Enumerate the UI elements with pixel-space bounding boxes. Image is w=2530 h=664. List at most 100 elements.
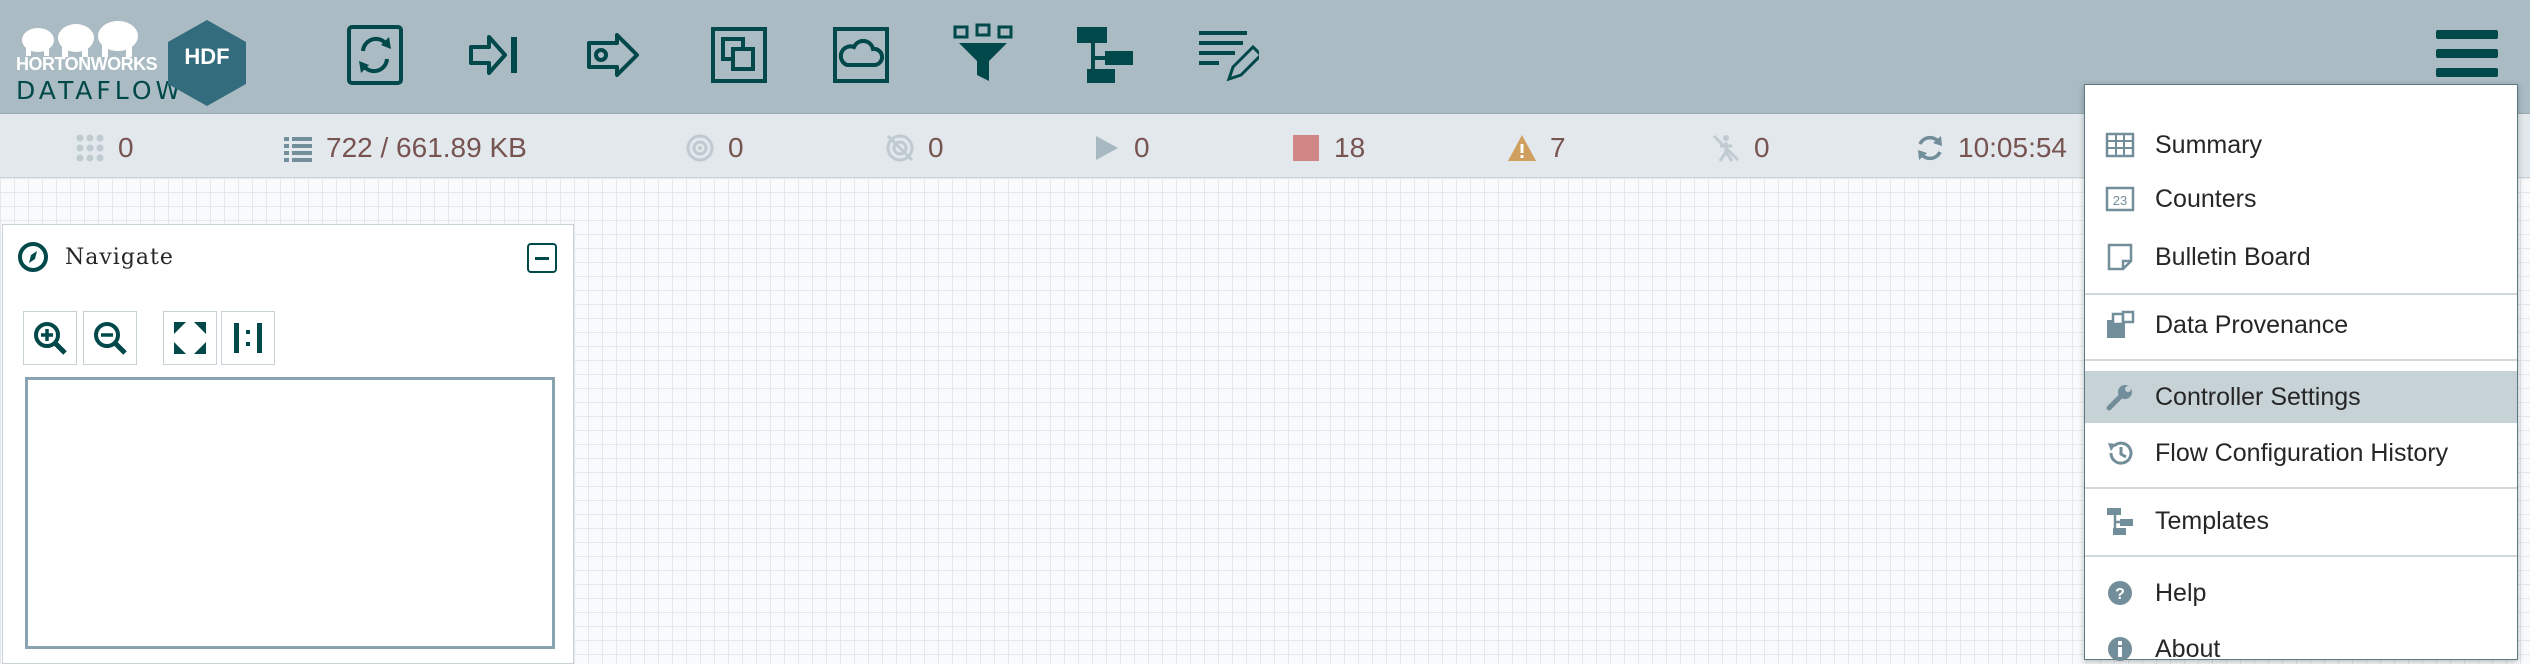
navigate-collapse-button[interactable]: [527, 243, 557, 273]
queued-value: 722 / 661.89 KB: [326, 132, 527, 163]
stopped-value: 18: [1334, 132, 1366, 163]
logo-badge: HDF: [184, 44, 230, 69]
transmitting-value: 0: [728, 132, 744, 163]
menu-item-controller-settings[interactable]: Controller Settings: [2085, 371, 2517, 423]
running-value: 0: [1134, 132, 1150, 163]
menu-separator: [2085, 555, 2517, 557]
menu-item-about[interactable]: About: [2085, 623, 2517, 664]
active-threads-icon: [76, 134, 104, 162]
actual-size-icon: [234, 323, 262, 353]
templates-icon: [2107, 508, 2133, 535]
help-icon: ?: [2108, 581, 2132, 605]
not-transmitting-value: 0: [928, 132, 944, 163]
counters-icon: 23: [2105, 186, 2135, 212]
running-stat: 0: [1090, 132, 1150, 164]
template-icon: [1077, 27, 1133, 83]
fit-button[interactable]: [163, 311, 217, 365]
funnel-button[interactable]: [948, 20, 1018, 90]
hamburger-bar: [2436, 49, 2498, 58]
invalid-value: 7: [1550, 132, 1566, 163]
elephants-icon: [22, 21, 138, 57]
menu-separator: [2085, 293, 2517, 295]
transmitting-icon: [686, 134, 714, 162]
menu-item-label: Templates: [2155, 506, 2269, 535]
last-refreshed-stat: 10:05:54: [1914, 132, 2067, 164]
zoom-in-icon: [34, 322, 67, 355]
menu-separator: [2085, 359, 2517, 361]
menu-item-label: Flow Configuration History: [2155, 438, 2449, 467]
menu-item-templates[interactable]: Templates: [2085, 495, 2517, 547]
disabled-stat: 0: [1710, 132, 1770, 164]
transmitting-stat: 0: [684, 132, 744, 164]
svg-text:23: 23: [2113, 193, 2127, 208]
compass-icon: [18, 242, 48, 272]
template-button[interactable]: [1070, 20, 1140, 90]
zoom-out-icon: [94, 322, 127, 355]
history-icon: [2108, 441, 2133, 465]
input-port-icon: [469, 35, 517, 75]
navigate-title: Navigate: [65, 244, 174, 270]
zoom-out-button[interactable]: [83, 311, 137, 365]
zoom-in-button[interactable]: [23, 311, 77, 365]
funnel-icon: [953, 23, 1013, 81]
label-button[interactable]: [1192, 20, 1262, 90]
global-menu: Summary 23 Counters Bulletin Board Data …: [2084, 84, 2518, 663]
process-group-button[interactable]: [704, 20, 774, 90]
fit-icon: [174, 322, 206, 354]
invalid-stat: 7: [1506, 132, 1566, 164]
not-transmitting-stat: 0: [884, 132, 944, 164]
menu-item-flow-configuration-history[interactable]: Flow Configuration History: [2085, 427, 2517, 479]
disabled-value: 0: [1754, 132, 1770, 163]
logo-product-text: DATAFLOW: [16, 76, 185, 105]
stopped-stat: 18: [1290, 132, 1365, 164]
output-port-icon: [587, 33, 639, 77]
menu-item-label: Data Provenance: [2155, 310, 2349, 339]
global-menu-button[interactable]: [2436, 30, 2498, 82]
stop-icon: [1293, 135, 1319, 161]
disabled-icon: [1712, 134, 1740, 162]
menu-item-bulletin-board[interactable]: Bulletin Board: [2085, 231, 2517, 283]
nifi-app: HORTONWORKS DATAFLOW HDF 0 722 / 661.89 …: [0, 0, 2530, 664]
actual-size-button[interactable]: [221, 311, 275, 365]
warning-icon: [1508, 135, 1536, 161]
menu-item-label: About: [2155, 634, 2221, 663]
active-threads-value: 0: [118, 132, 134, 163]
input-port-button[interactable]: [460, 20, 530, 90]
menu-item-label: Controller Settings: [2155, 382, 2361, 411]
processor-button[interactable]: [340, 20, 410, 90]
menu-separator: [2085, 487, 2517, 489]
queued-list-icon: [284, 137, 312, 162]
output-port-button[interactable]: [580, 20, 650, 90]
svg-text:?: ?: [2115, 586, 2125, 603]
wrench-icon: [2106, 385, 2132, 411]
menu-item-counters[interactable]: 23 Counters: [2085, 173, 2517, 225]
menu-item-help[interactable]: ? Help: [2085, 567, 2517, 619]
navigate-panel: Navigate: [2, 224, 574, 664]
remote-process-group-button[interactable]: [826, 20, 896, 90]
processor-icon: [347, 25, 403, 85]
birdseye-view[interactable]: [25, 377, 555, 649]
play-icon: [1096, 136, 1118, 160]
menu-item-label: Bulletin Board: [2155, 242, 2311, 271]
active-threads-stat: 0: [74, 132, 134, 164]
navigate-header: Navigate: [17, 241, 174, 273]
logo-brand-text: HORTONWORKS: [16, 54, 158, 74]
menu-item-label: Help: [2155, 578, 2207, 607]
hamburger-bar: [2436, 30, 2498, 39]
remote-process-group-icon: [833, 27, 889, 83]
not-transmitting-icon: [886, 134, 914, 162]
label-icon: [1199, 31, 1259, 82]
menu-item-label: Summary: [2155, 130, 2262, 159]
last-refreshed-value: 10:05:54: [1958, 132, 2067, 163]
logo: HORTONWORKS DATAFLOW HDF: [12, 14, 252, 110]
refresh-icon[interactable]: [1914, 132, 1946, 164]
process-group-icon: [711, 27, 767, 83]
info-icon: [2108, 637, 2132, 661]
menu-item-data-provenance[interactable]: Data Provenance: [2085, 299, 2517, 351]
bulletin-board-icon: [2107, 243, 2133, 271]
summary-table-icon: [2105, 132, 2135, 158]
hamburger-bar: [2436, 68, 2498, 77]
menu-item-summary[interactable]: Summary: [2085, 119, 2517, 171]
menu-item-label: Counters: [2155, 184, 2257, 213]
queued-stat: 722 / 661.89 KB: [282, 132, 527, 164]
